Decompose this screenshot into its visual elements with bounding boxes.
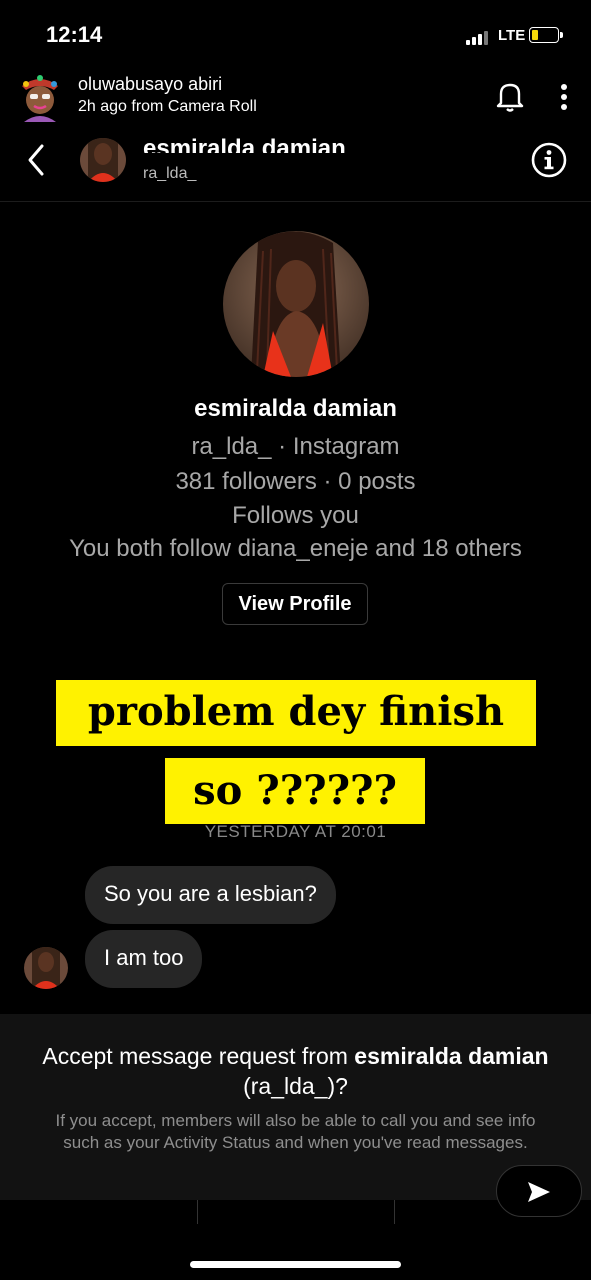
- battery-tip: [560, 32, 563, 38]
- message-bubble[interactable]: So you are a lesbian?: [85, 866, 336, 924]
- action-separator: [197, 1200, 198, 1224]
- request-title-handle: (ra_lda_)?: [243, 1073, 348, 1099]
- action-separator: [394, 1200, 395, 1224]
- profile-name: esmiralda damian: [194, 395, 397, 422]
- chat-title-handle: ra_lda_: [143, 165, 197, 182]
- chat-title-name[interactable]: esmiralda damian: [143, 133, 346, 153]
- bell-icon[interactable]: [495, 80, 525, 112]
- status-time: 12:14: [46, 22, 103, 47]
- header-divider: [0, 201, 591, 202]
- profile-handle: ra_lda_ · Instagram: [191, 433, 400, 460]
- network-type: LTE: [498, 27, 526, 44]
- back-chevron-icon[interactable]: [24, 142, 50, 178]
- view-profile-button[interactable]: View Profile: [222, 583, 368, 625]
- send-button[interactable]: [496, 1165, 582, 1217]
- caption-line-2: so ??????: [165, 758, 425, 824]
- story-meta: 2h ago from Camera Roll: [78, 98, 257, 115]
- send-icon: [528, 1182, 550, 1202]
- request-title: Accept message request from esmiralda da…: [0, 1041, 591, 1101]
- story-avatar[interactable]: [16, 70, 64, 122]
- sender-avatar[interactable]: [24, 947, 68, 989]
- battery-icon: [529, 27, 559, 43]
- story-username[interactable]: oluwabusayo abiri: [78, 74, 222, 95]
- signal-strength-icon: [466, 31, 492, 45]
- message-timestamp: YESTERDAY AT 20:01: [204, 822, 387, 841]
- mutual-followers[interactable]: You both follow diana_eneje and 18 other…: [0, 535, 591, 563]
- request-description: If you accept, members will also be able…: [55, 1111, 536, 1152]
- more-vertical-icon[interactable]: [556, 83, 572, 111]
- request-title-name: esmiralda damian: [354, 1043, 549, 1069]
- info-icon[interactable]: [530, 141, 568, 179]
- profile-stats: 381 followers · 0 posts: [175, 468, 416, 495]
- caption-line-1: problem dey finish: [56, 680, 536, 746]
- message-bubble[interactable]: I am too: [85, 930, 203, 988]
- home-indicator[interactable]: [190, 1261, 401, 1268]
- request-title-prefix: Accept message request from: [42, 1043, 355, 1069]
- follows-you-label: Follows you: [232, 502, 359, 529]
- profile-picture[interactable]: [223, 231, 369, 377]
- chat-avatar[interactable]: [80, 138, 126, 182]
